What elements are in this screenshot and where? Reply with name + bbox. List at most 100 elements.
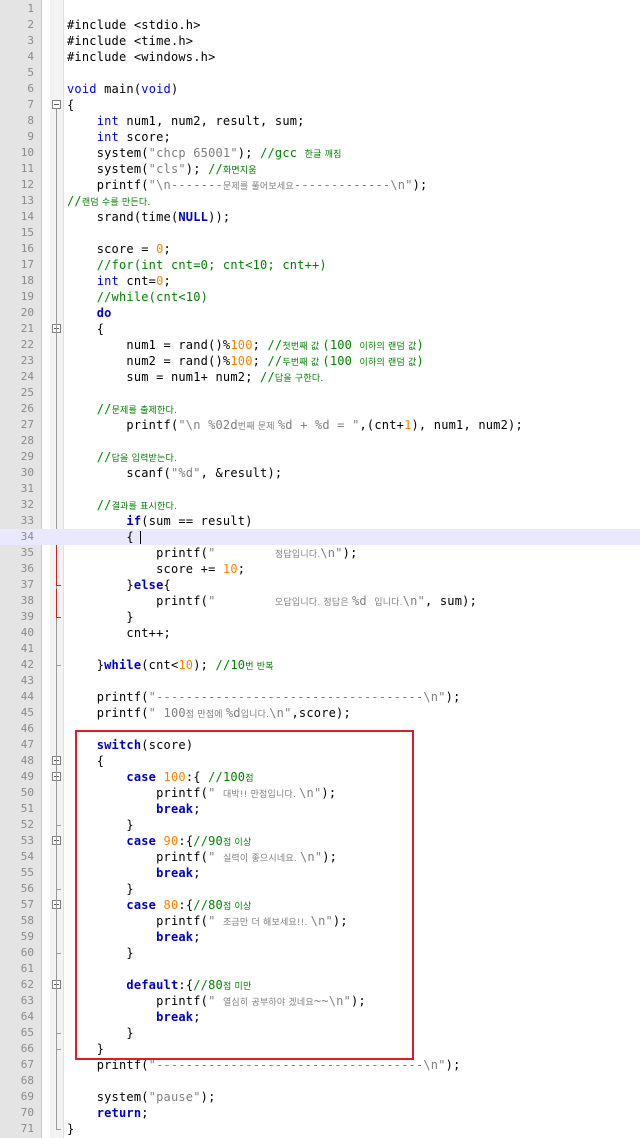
code-text[interactable]: break; bbox=[67, 1009, 201, 1025]
code-line[interactable]: 59 break; bbox=[0, 929, 640, 945]
code-line[interactable]: 12 printf("\n-------문제를 풀어보세요-----------… bbox=[0, 177, 640, 193]
code-line[interactable]: 61 bbox=[0, 961, 640, 977]
code-line[interactable]: 3 #include <time.h> bbox=[0, 33, 640, 49]
code-line[interactable]: 70 return; bbox=[0, 1105, 640, 1121]
code-line[interactable]: 8 int num1, num2, result, sum; bbox=[0, 113, 640, 129]
code-line[interactable]: 42 }while(cnt<10); //10번 반복 bbox=[0, 657, 640, 673]
code-line[interactable]: 2 #include <stdio.h> bbox=[0, 17, 640, 33]
code-line[interactable]: 66 } bbox=[0, 1041, 640, 1057]
code-line[interactable]: 43 bbox=[0, 673, 640, 689]
code-line[interactable]: 67 printf("-----------------------------… bbox=[0, 1057, 640, 1073]
code-line[interactable]: 34 { bbox=[0, 529, 640, 545]
code-line[interactable]: 65 } bbox=[0, 1025, 640, 1041]
code-text[interactable]: printf("--------------------------------… bbox=[67, 1057, 461, 1073]
code-editor[interactable]: 1 2 #include <stdio.h> 3 #include <time.h> 4 #… bbox=[0, 0, 640, 1138]
code-line[interactable]: 57 case 80:{//80점 이상 bbox=[0, 897, 640, 913]
code-text[interactable]: } bbox=[67, 817, 134, 833]
code-line[interactable]: 22 num1 = rand()%100; //첫번째 값 (100 이하의 랜… bbox=[0, 337, 640, 353]
code-line[interactable]: 19 //while(cnt<10) bbox=[0, 289, 640, 305]
code-line[interactable]: 33 if(sum == result) bbox=[0, 513, 640, 529]
code-text[interactable]: #include <stdio.h> bbox=[67, 17, 201, 33]
code-text[interactable]: if(sum == result) bbox=[67, 513, 253, 529]
code-line[interactable]: 16 score = 0; bbox=[0, 241, 640, 257]
code-line[interactable]: 1 bbox=[0, 1, 640, 17]
code-text[interactable]: system("pause"); bbox=[67, 1089, 216, 1105]
code-text[interactable]: //for(int cnt=0; cnt<10; cnt++) bbox=[67, 257, 327, 273]
code-line[interactable]: 63 printf(" 열심히 공부하야 겠네요~~\n"); bbox=[0, 993, 640, 1009]
code-line[interactable]: 6 void main(void) bbox=[0, 81, 640, 97]
code-line[interactable]: 10 system("chcp 65001"); //gcc 한글 깨짐 bbox=[0, 145, 640, 161]
code-text[interactable]: } bbox=[67, 1041, 104, 1057]
code-line[interactable]: 27 printf("\n %02d번째 문제 %d + %d = ",(cnt… bbox=[0, 417, 640, 433]
code-line[interactable]: 9 int score; bbox=[0, 129, 640, 145]
code-line[interactable]: 62 default:{//80점 미만 bbox=[0, 977, 640, 993]
code-line[interactable]: 68 bbox=[0, 1073, 640, 1089]
code-line[interactable]: 21 { bbox=[0, 321, 640, 337]
code-text[interactable]: { bbox=[67, 321, 104, 337]
code-text[interactable]: int cnt=0; bbox=[67, 273, 171, 289]
code-line[interactable]: 38 printf(" 오답입니다. 정답은 %d 입니다.\n", sum); bbox=[0, 593, 640, 609]
code-text[interactable]: do bbox=[67, 305, 112, 321]
code-text[interactable]: break; bbox=[67, 801, 201, 817]
code-text[interactable]: cnt++; bbox=[67, 625, 171, 641]
code-line[interactable]: 29 //답을 입력받는다. bbox=[0, 449, 640, 465]
code-text[interactable]: { bbox=[67, 97, 74, 113]
code-line[interactable]: 7{ bbox=[0, 97, 640, 113]
code-line[interactable]: 23 num2 = rand()%100; //두번째 값 (100 이하의 랜… bbox=[0, 353, 640, 369]
code-line[interactable]: 32 //결과를 표시한다. bbox=[0, 497, 640, 513]
code-text[interactable]: //while(cnt<10) bbox=[67, 289, 208, 305]
code-text[interactable]: } bbox=[67, 945, 134, 961]
code-line[interactable]: 41 bbox=[0, 641, 640, 657]
code-line[interactable]: 14 srand(time(NULL)); bbox=[0, 209, 640, 225]
code-text[interactable]: score = 0; bbox=[67, 241, 171, 257]
code-line[interactable]: 56 } bbox=[0, 881, 640, 897]
code-line[interactable]: 5 bbox=[0, 65, 640, 81]
code-text[interactable]: int num1, num2, result, sum; bbox=[67, 113, 305, 129]
code-line[interactable]: 55 break; bbox=[0, 865, 640, 881]
code-line[interactable]: 52 } bbox=[0, 817, 640, 833]
code-text[interactable]: { bbox=[67, 529, 134, 545]
code-text[interactable]: break; bbox=[67, 865, 201, 881]
code-line[interactable]: 24 sum = num1+ num2; //답을 구한다. bbox=[0, 369, 640, 385]
code-text[interactable]: printf("--------------------------------… bbox=[67, 689, 461, 705]
code-line[interactable]: 15 bbox=[0, 225, 640, 241]
code-line[interactable]: 49 case 100:{ //100점 bbox=[0, 769, 640, 785]
code-line[interactable]: 25 bbox=[0, 385, 640, 401]
code-line[interactable]: 4 #include <windows.h> bbox=[0, 49, 640, 65]
code-text[interactable]: #include <windows.h> bbox=[67, 49, 216, 65]
code-text[interactable]: scanf("%d", &result); bbox=[67, 465, 282, 481]
code-line[interactable]: 45 printf(" 100점 만점에 %d입니다.\n",score); bbox=[0, 705, 640, 721]
code-line[interactable]: 37 }else{ bbox=[0, 577, 640, 593]
code-line[interactable]: 58 printf(" 조금만 더 해보세요!!. \n"); bbox=[0, 913, 640, 929]
code-text[interactable]: void main(void) bbox=[67, 81, 178, 97]
code-line[interactable]: 31 bbox=[0, 481, 640, 497]
code-line[interactable]: 11 system("cls"); //화면지움 bbox=[0, 161, 640, 177]
code-line[interactable]: 51 break; bbox=[0, 801, 640, 817]
code-text[interactable]: break; bbox=[67, 929, 201, 945]
code-line[interactable]: 54 printf(" 실력이 좋으시네요. \n"); bbox=[0, 849, 640, 865]
code-line[interactable]: 18 int cnt=0; bbox=[0, 273, 640, 289]
code-text[interactable]: int score; bbox=[67, 129, 171, 145]
code-text[interactable]: }else{ bbox=[67, 577, 171, 593]
code-line[interactable]: 36 score += 10; bbox=[0, 561, 640, 577]
code-text[interactable]: } bbox=[67, 1121, 74, 1137]
code-line[interactable]: 60 } bbox=[0, 945, 640, 961]
code-line[interactable]: 44 printf("-----------------------------… bbox=[0, 689, 640, 705]
code-line[interactable]: 13 //랜덤 수를 만든다. bbox=[0, 193, 640, 209]
code-line[interactable]: 48 { bbox=[0, 753, 640, 769]
code-line[interactable]: 28 bbox=[0, 433, 640, 449]
code-text[interactable]: } bbox=[67, 1025, 134, 1041]
code-line[interactable]: 40 cnt++; bbox=[0, 625, 640, 641]
code-line[interactable]: 69 system("pause"); bbox=[0, 1089, 640, 1105]
code-line[interactable]: 39 } bbox=[0, 609, 640, 625]
code-line[interactable]: 26 //문제를 출제한다. bbox=[0, 401, 640, 417]
code-line[interactable]: 30 scanf("%d", &result); bbox=[0, 465, 640, 481]
code-text[interactable]: switch(score) bbox=[67, 737, 193, 753]
code-text[interactable]: } bbox=[67, 609, 134, 625]
code-line[interactable]: 46 bbox=[0, 721, 640, 737]
code-text[interactable]: srand(time(NULL)); bbox=[67, 209, 230, 225]
code-line[interactable]: 20 do bbox=[0, 305, 640, 321]
code-line[interactable]: 53 case 90:{//90점 이상 bbox=[0, 833, 640, 849]
code-line[interactable]: 47 switch(score) bbox=[0, 737, 640, 753]
code-line[interactable]: 71} bbox=[0, 1121, 640, 1137]
